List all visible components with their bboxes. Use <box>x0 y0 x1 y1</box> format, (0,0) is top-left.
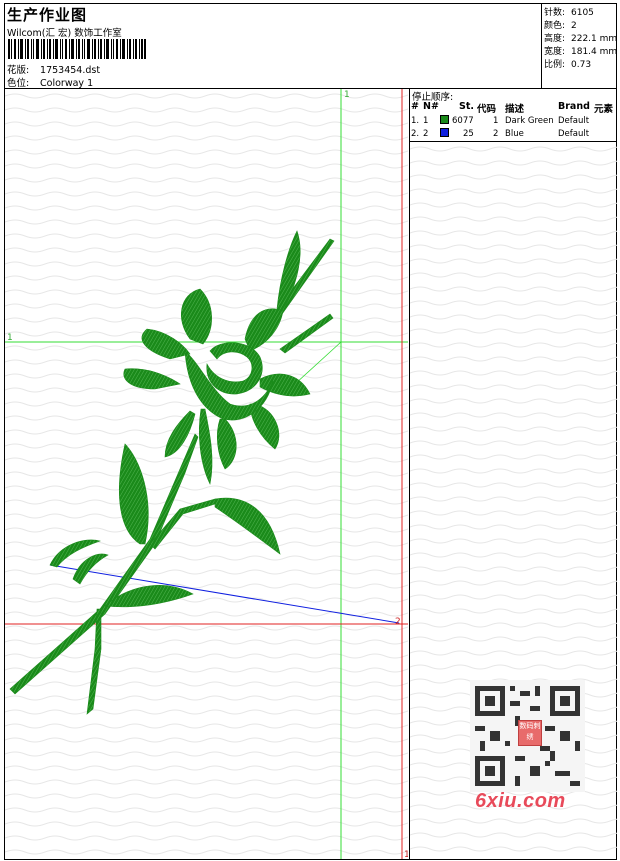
row-brand: Default <box>558 129 590 139</box>
spec-value: 0.73 <box>571 60 592 70</box>
row-index: 1. <box>411 116 420 126</box>
header-left: 生产作业图 Wilcom(汇 宏) 数饰工作室 花版: 1753454.dst … <box>4 3 541 89</box>
marker-left: 1 <box>7 333 13 343</box>
spec-stitches: 针数: 6105 <box>544 5 594 18</box>
row-stitches: 25 <box>463 129 474 139</box>
color-swatch <box>440 115 449 124</box>
watermark-site: 6xiu.com <box>475 790 566 812</box>
watermark-stamp: 数码刺绣 <box>518 720 542 746</box>
row-number: 2 <box>423 129 429 139</box>
col-header: N# <box>423 101 439 112</box>
stop-sequence-table: 停止顺序: # N# St. 代码 描述 Brand 元素 1. 1 6077 … <box>410 89 617 142</box>
marker-top: 1 <box>344 90 350 100</box>
spec-value: 222.1 mm <box>571 34 618 44</box>
col-header: 描述 <box>505 104 525 115</box>
spec-width: 宽度: 181.4 mm <box>544 44 617 57</box>
spec-label: 高度: <box>544 34 566 44</box>
col-header: St. <box>459 101 474 112</box>
studio-name: Wilcom(汇 宏) 数饰工作室 <box>7 28 122 39</box>
row-code: 2 <box>493 129 499 139</box>
barcode <box>8 39 146 59</box>
col-header: 代码 <box>477 104 497 115</box>
row-number: 1 <box>423 116 429 126</box>
spec-label: 针数: <box>544 8 566 18</box>
row-description: Dark Green <box>505 116 554 126</box>
row-code: 1 <box>493 116 499 126</box>
row-index: 2. <box>411 129 420 139</box>
colorway-label: 色位: <box>7 78 30 89</box>
qr-code: 数码刺绣 <box>470 680 585 792</box>
row-stitches: 6077 <box>452 116 474 126</box>
spec-label: 宽度: <box>544 47 566 57</box>
col-header: Brand <box>558 101 590 112</box>
row-description: Blue <box>505 129 524 139</box>
spec-height: 高度: 222.1 mm <box>544 31 617 44</box>
spec-colors: 颜色: 2 <box>544 18 577 31</box>
colorway-row: 色位: Colorway 1 <box>7 75 93 89</box>
spec-value: 6105 <box>571 8 594 18</box>
marker-end: 2 <box>395 617 401 627</box>
design-file-row: 花版: 1753454.dst <box>7 62 100 76</box>
specs-panel: 针数: 6105 颜色: 2 高度: 222.1 mm 宽度: 181.4 mm 比例:… <box>541 3 618 89</box>
col-header: # <box>411 101 419 112</box>
spec-value: 2 <box>571 21 577 31</box>
spec-label: 颜色: <box>544 21 566 31</box>
design-canvas[interactable]: 1 1 2 1 <box>5 89 408 859</box>
row-brand: Default <box>558 116 590 126</box>
page-title: 生产作业图 <box>7 6 88 24</box>
design-file-label: 花版: <box>7 65 30 76</box>
marker-bottom: 1 <box>404 850 408 859</box>
spec-label: 比例: <box>544 60 566 70</box>
spec-scale: 比例: 0.73 <box>544 57 591 70</box>
color-swatch <box>440 128 449 137</box>
col-header: 元素 <box>594 104 614 115</box>
spec-value: 181.4 mm <box>571 47 618 57</box>
embroidery-preview: 1 1 2 1 <box>5 89 408 859</box>
